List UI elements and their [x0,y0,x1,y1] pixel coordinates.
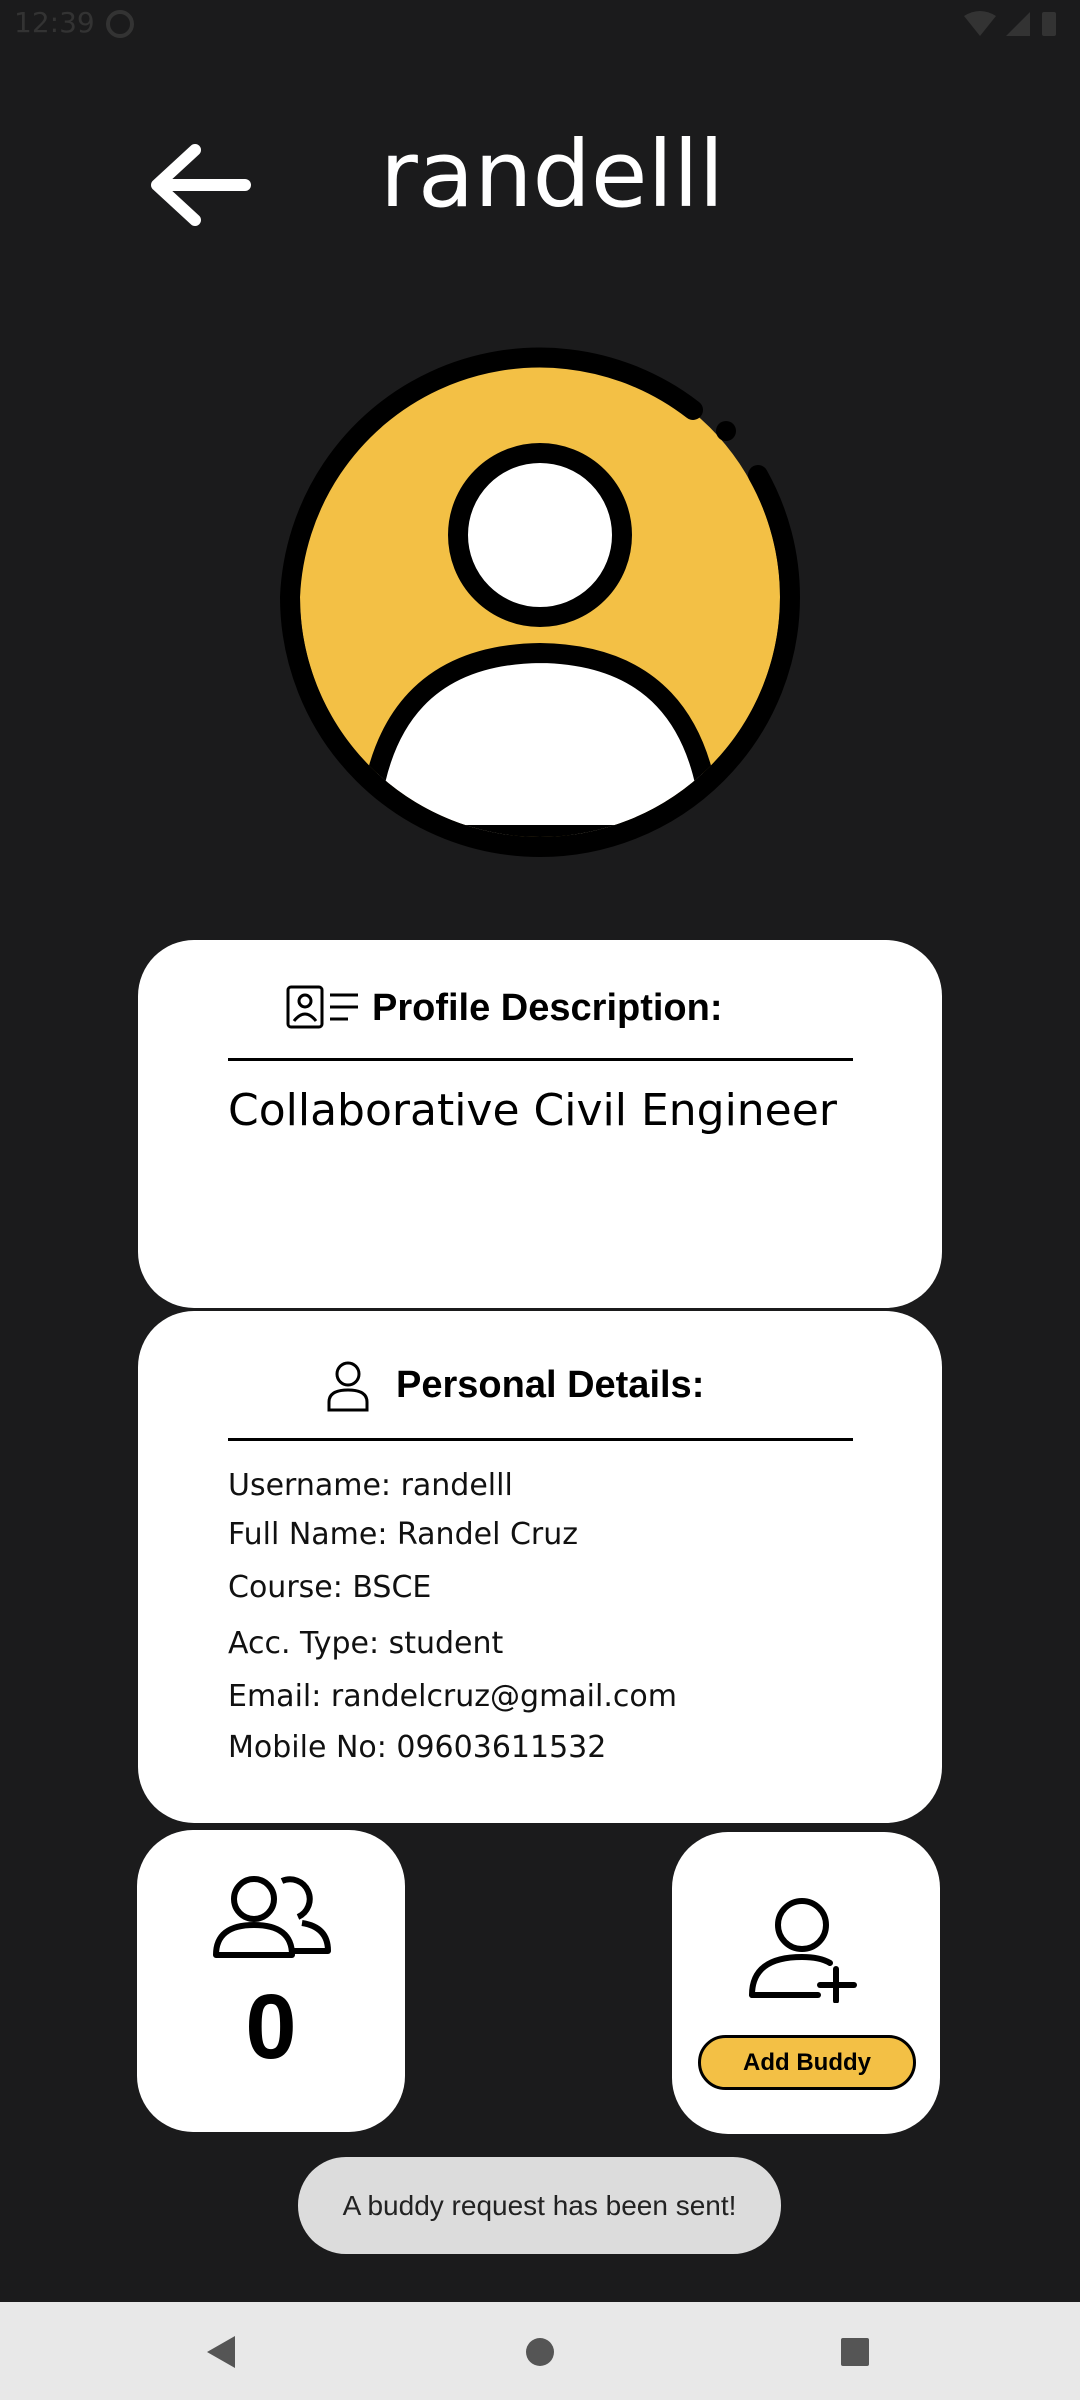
email-line: Email: randelcruz@gmail.com [228,1679,677,1714]
full-name-line: Full Name: Randel Cruz [228,1517,578,1552]
user-icon [327,1361,369,1412]
nav-back-icon[interactable] [205,2334,237,2370]
status-icons [964,11,1056,36]
account-type-line: Acc. Type: student [228,1626,504,1661]
status-bar: 12:39 [0,0,1080,48]
status-time: 12:39 [14,6,95,39]
arrow-left-icon [151,144,251,226]
course-line: Course: BSCE [228,1570,432,1605]
battery-icon [1042,12,1056,36]
divider [228,1058,853,1061]
sync-icon [106,10,134,38]
signal-icon [1006,12,1030,36]
page-title: randelll [380,121,725,228]
toast-message: A buddy request has been sent! [298,2157,781,2254]
nav-recents-icon[interactable] [840,2337,870,2367]
profile-description-heading: Profile Description: [372,987,723,1029]
user-avatar-icon [279,347,801,857]
personal-details-heading: Personal Details: [396,1364,705,1406]
wifi-icon [964,11,996,36]
buddy-count: 0 [245,1976,297,2078]
users-icon [213,1876,331,1958]
nav-home-icon[interactable] [524,2336,556,2368]
id-card-icon [286,985,358,1029]
profile-description-text: Collaborative Civil Engineer [228,1085,837,1136]
username-line: Username: randelll [228,1468,513,1503]
divider [228,1438,853,1441]
navigation-bar [0,2302,1080,2400]
user-plus-icon [749,1898,857,2003]
back-button[interactable] [140,140,260,230]
add-buddy-button[interactable]: Add Buddy [698,2035,916,2090]
mobile-line: Mobile No: 09603611532 [228,1730,607,1765]
